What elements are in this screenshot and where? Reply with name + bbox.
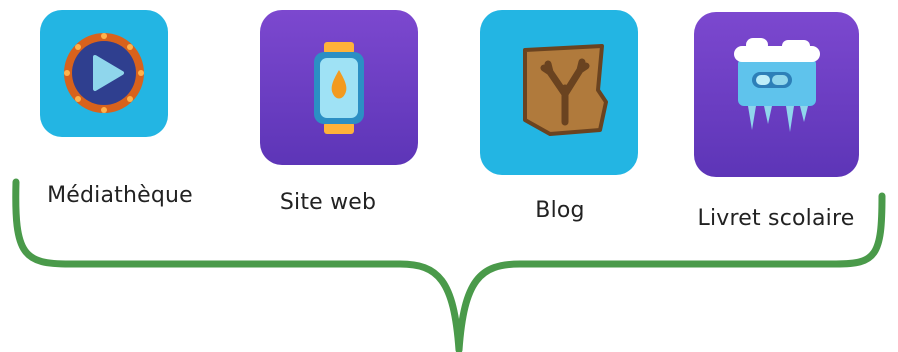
brace-line — [12, 178, 886, 352]
grouping-brace — [12, 178, 886, 352]
